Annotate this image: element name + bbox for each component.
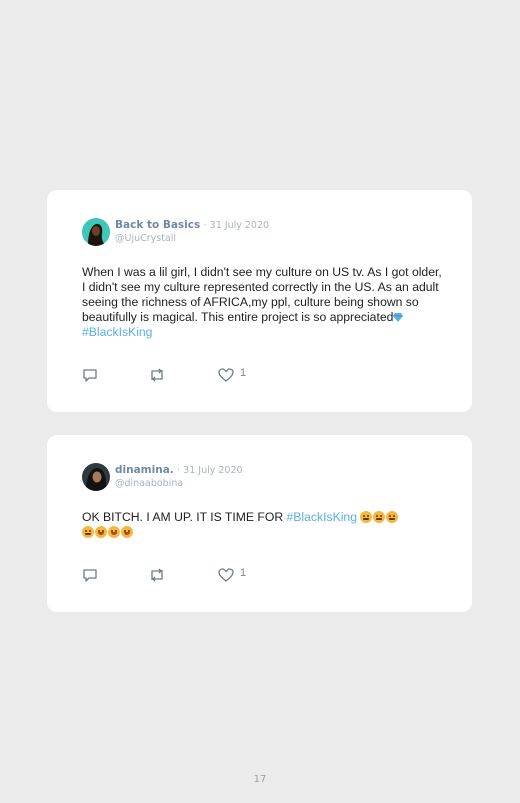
author-handle[interactable]: @UjuCrystall — [115, 233, 176, 244]
tweet-card: dinamina. · 31 July 2020 @dinaabobina OK… — [47, 435, 472, 612]
avatar[interactable] — [82, 463, 110, 491]
reply-icon[interactable] — [82, 567, 98, 585]
hashtag-link[interactable]: #BlackIsKing — [287, 510, 357, 524]
retweet-icon[interactable] — [148, 567, 166, 585]
tweet-date[interactable]: 31 July 2020 — [210, 220, 269, 231]
author-handle[interactable]: @dinaabobina — [115, 478, 183, 489]
tweet-actions: 1 — [82, 367, 282, 385]
grimace-emoji-icon — [373, 511, 386, 523]
grimace-emoji-icon — [360, 511, 373, 523]
smile-emoji-icon — [108, 526, 120, 538]
tweet-text: OK BITCH. I AM UP. IT IS TIME FOR #Black… — [82, 510, 444, 540]
separator: · — [176, 465, 180, 476]
retweet-icon[interactable] — [148, 367, 166, 385]
page-number: 17 — [253, 774, 267, 785]
like-icon[interactable] — [218, 367, 234, 385]
hashtag-link[interactable]: #BlackIsKing — [82, 325, 152, 339]
tweet-card: Back to Basics · 31 July 2020 @UjuCrysta… — [47, 190, 472, 412]
grimace-emoji-icon — [386, 511, 399, 523]
tweet-text: When I was a lil girl, I didn't see my c… — [82, 265, 444, 340]
gem-icon — [393, 313, 404, 322]
grimace-emoji-icon — [82, 526, 94, 538]
tweet-date[interactable]: 31 July 2020 — [183, 465, 242, 476]
smile-emoji-icon — [121, 526, 133, 538]
smile-emoji-icon — [95, 526, 107, 538]
like-icon[interactable] — [218, 567, 234, 585]
author-name[interactable]: Back to Basics — [115, 219, 200, 231]
author-name[interactable]: dinamina. — [115, 464, 174, 476]
tweet-actions: 1 — [82, 567, 282, 585]
tweet-body: When I was a lil girl, I didn't see my c… — [82, 265, 442, 324]
tweet-body: OK BITCH. I AM UP. IT IS TIME FOR — [82, 510, 287, 524]
like-count: 1 — [240, 567, 247, 579]
like-count: 1 — [240, 367, 247, 379]
reply-icon[interactable] — [82, 367, 98, 385]
avatar[interactable] — [82, 218, 110, 246]
separator: · — [203, 220, 207, 231]
